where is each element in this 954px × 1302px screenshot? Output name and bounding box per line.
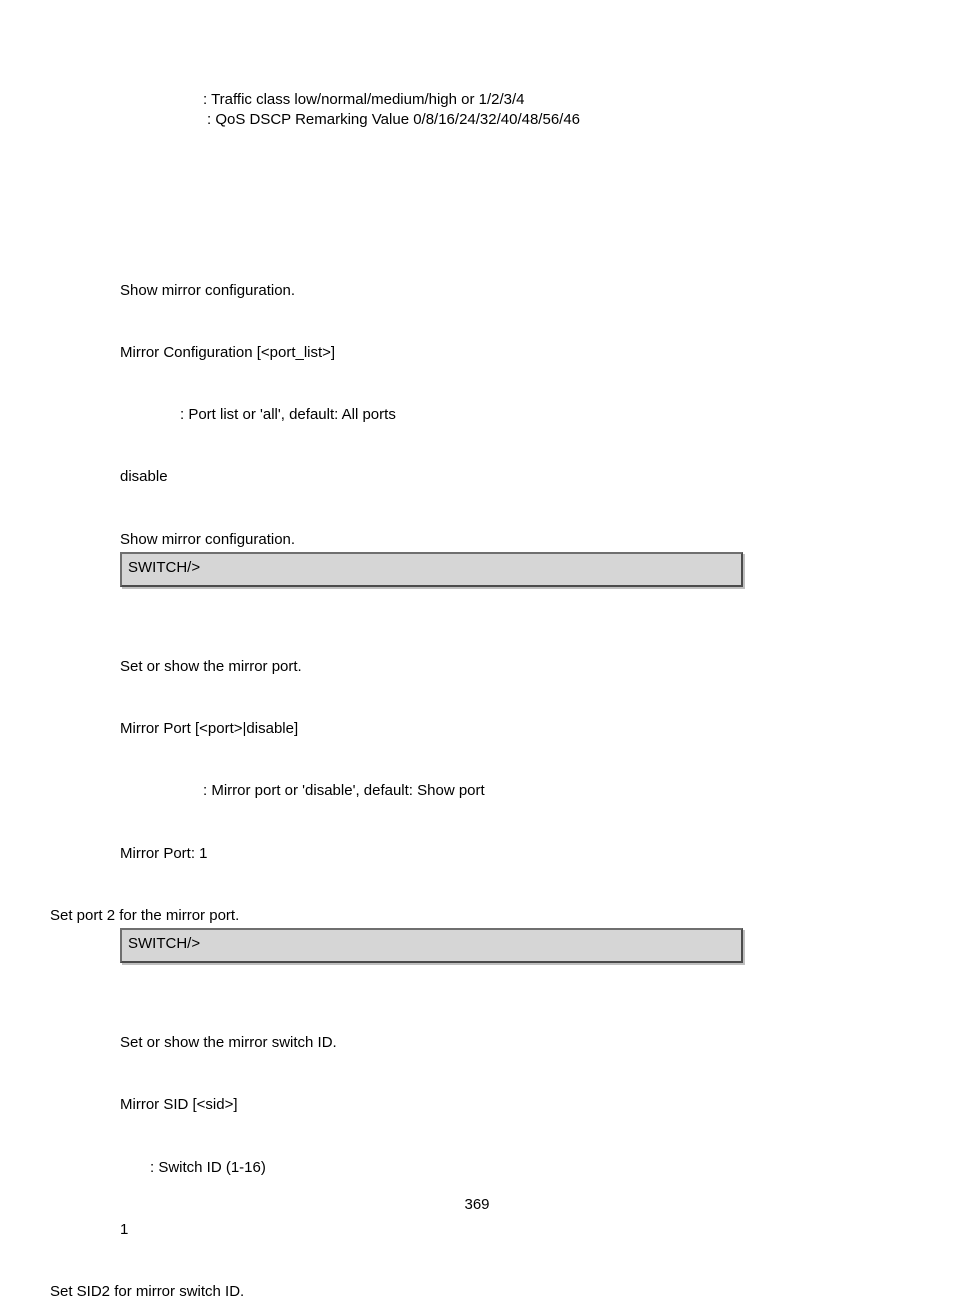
page-number: 369 xyxy=(0,1196,954,1213)
param-line: : Port list or 'all', default: All ports xyxy=(90,405,864,425)
example-intro: Set port 2 for the mirror port. xyxy=(50,906,864,926)
syntax-line: Mirror Configuration [<port_list>] xyxy=(90,343,864,363)
example-intro: Set SID2 for mirror switch ID. xyxy=(50,1282,864,1302)
text-line: : QoS DSCP Remarking Value 0/8/16/24/32/… xyxy=(90,110,864,130)
section-desc: Set or show the mirror switch ID. xyxy=(90,1033,864,1053)
section-desc: Show mirror configuration. xyxy=(90,281,864,301)
default-line: 1 xyxy=(90,1220,864,1240)
section-desc: Set or show the mirror port. xyxy=(90,657,864,677)
example-intro: Show mirror configuration. xyxy=(90,530,864,550)
default-line: disable xyxy=(90,467,864,487)
param-line: : Switch ID (1-16) xyxy=(90,1158,864,1178)
cli-prompt: SWITCH/> xyxy=(128,935,200,952)
syntax-line: Mirror Port [<port>|disable] xyxy=(90,719,864,739)
default-line: Mirror Port: 1 xyxy=(90,844,864,864)
cli-prompt: SWITCH/> xyxy=(128,559,200,576)
param-line: : Mirror port or 'disable', default: Sho… xyxy=(90,781,864,801)
command-box: SWITCH/> xyxy=(120,552,743,587)
text-line: : Traffic class low/normal/medium/high o… xyxy=(90,90,864,110)
document-page: : Traffic class low/normal/medium/high o… xyxy=(0,0,954,1235)
command-box: SWITCH/> xyxy=(120,928,743,963)
syntax-line: Mirror SID [<sid>] xyxy=(90,1095,864,1115)
